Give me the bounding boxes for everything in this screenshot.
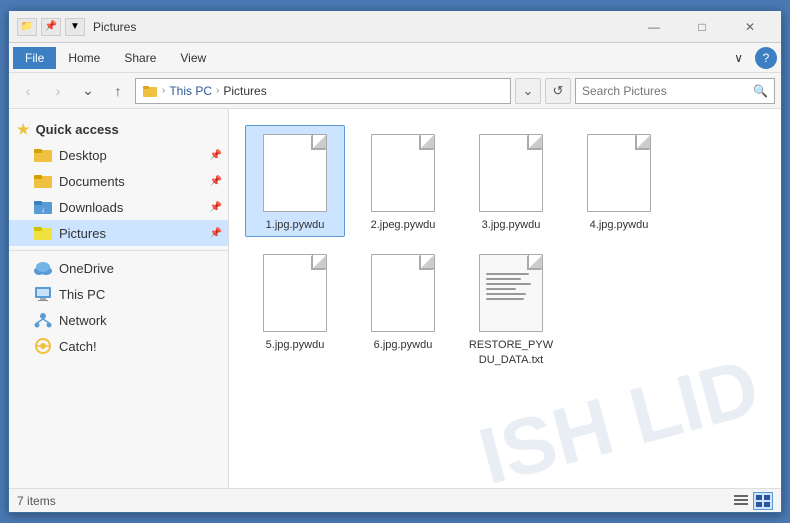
desktop-folder-icon <box>33 146 53 164</box>
sidebar-label-pictures: Pictures <box>59 226 106 241</box>
file-icon-4jpg <box>587 134 651 214</box>
pictures-folder-icon <box>33 224 53 242</box>
sidebar-label-documents: Documents <box>59 174 125 189</box>
list-view-button[interactable] <box>731 492 751 510</box>
sidebar-item-onedrive[interactable]: OneDrive <box>9 255 228 281</box>
file-item-restore-txt[interactable]: RESTORE_PYWDU_DATA.txt <box>461 245 561 372</box>
path-current: Pictures <box>223 84 266 98</box>
file-item-6jpg[interactable]: 6.jpg.pywdu <box>353 245 453 372</box>
menu-bar: File Home Share View ∨ ? <box>9 43 781 73</box>
title-bar: 📁 📌 ▼ Pictures — □ ✕ <box>9 11 781 43</box>
pin-icon-pictures: 📌 <box>210 228 222 239</box>
title-pin[interactable]: 📌 <box>41 18 61 36</box>
star-icon: ★ <box>17 121 30 138</box>
sidebar: ★ Quick access Desktop 📌 Documents 📌 <box>9 109 229 488</box>
address-bar: ‹ › ⌄ ↑ › This PC › Pictures ⌄ ↺ 🔍 <box>9 73 781 109</box>
file-name-6jpg: 6.jpg.pywdu <box>374 338 433 352</box>
menu-view[interactable]: View <box>168 47 218 69</box>
quick-access-header[interactable]: ★ Quick access <box>9 117 228 142</box>
status-bar: 7 items <box>9 488 781 512</box>
file-icon-restore-txt <box>479 254 543 334</box>
menu-chevron[interactable]: ∨ <box>722 47 755 69</box>
file-name-1jpg: 1.jpg.pywdu <box>266 218 325 232</box>
title-dropdown[interactable]: ▼ <box>65 18 85 36</box>
thispc-icon <box>33 285 53 303</box>
file-item-3jpg[interactable]: 3.jpg.pywdu <box>461 125 561 237</box>
up-button[interactable]: ↑ <box>105 78 131 104</box>
pin-icon-downloads: 📌 <box>210 202 222 213</box>
status-text: 7 items <box>17 494 731 508</box>
sidebar-item-network[interactable]: Network <box>9 307 228 333</box>
sidebar-label-catch: Catch! <box>59 339 97 354</box>
file-icon-1jpg <box>263 134 327 214</box>
title-bar-icons: 📁 📌 ▼ <box>17 18 85 36</box>
sidebar-label-onedrive: OneDrive <box>59 261 114 276</box>
reload-button[interactable]: ↺ <box>545 78 571 104</box>
file-name-5jpg: 5.jpg.pywdu <box>266 338 325 352</box>
file-icon-2jpeg <box>371 134 435 214</box>
file-name-4jpg: 4.jpg.pywdu <box>590 218 649 232</box>
quick-access-label: Quick access <box>36 122 119 137</box>
content-area: ★ Quick access Desktop 📌 Documents 📌 <box>9 109 781 488</box>
file-name-2jpeg: 2.jpeg.pywdu <box>371 218 436 232</box>
sidebar-item-documents[interactable]: Documents 📌 <box>9 168 228 194</box>
recent-button[interactable]: ⌄ <box>75 78 101 104</box>
sidebar-divider-1 <box>9 250 228 251</box>
file-name-restore-txt: RESTORE_PYWDU_DATA.txt <box>466 338 556 367</box>
network-icon <box>33 311 53 329</box>
search-input[interactable] <box>582 84 749 98</box>
file-icon-6jpg <box>371 254 435 334</box>
view-buttons <box>731 492 773 510</box>
item-count: 7 <box>17 494 24 508</box>
sidebar-item-downloads[interactable]: ↓ Downloads 📌 <box>9 194 228 220</box>
pin-icon-desktop: 📌 <box>210 150 222 161</box>
documents-folder-icon <box>33 172 53 190</box>
back-button[interactable]: ‹ <box>15 78 41 104</box>
files-area: ISH LID 1.jpg.pywdu <box>229 109 781 488</box>
sidebar-item-desktop[interactable]: Desktop 📌 <box>9 142 228 168</box>
file-icon-5jpg <box>263 254 327 334</box>
search-icon: 🔍 <box>753 84 768 98</box>
explorer-window: 📁 📌 ▼ Pictures — □ ✕ File Home Share Vie… <box>8 10 782 513</box>
address-path[interactable]: › This PC › Pictures <box>135 78 511 104</box>
svg-text:↓: ↓ <box>41 205 45 214</box>
forward-button[interactable]: › <box>45 78 71 104</box>
title-quick-access[interactable]: 📁 <box>17 18 37 36</box>
menu-file[interactable]: File <box>13 47 56 69</box>
title-bar-controls: — □ ✕ <box>631 11 773 43</box>
sidebar-label-desktop: Desktop <box>59 148 107 163</box>
pin-icon-documents: 📌 <box>210 176 222 187</box>
sidebar-label-thispc: This PC <box>59 287 105 302</box>
window-title: Pictures <box>93 20 631 34</box>
minimize-button[interactable]: — <box>631 11 677 43</box>
sidebar-label-network: Network <box>59 313 107 328</box>
file-item-5jpg[interactable]: 5.jpg.pywdu <box>245 245 345 372</box>
search-box: 🔍 <box>575 78 775 104</box>
close-button[interactable]: ✕ <box>727 11 773 43</box>
sidebar-label-downloads: Downloads <box>59 200 123 215</box>
file-item-4jpg[interactable]: 4.jpg.pywdu <box>569 125 669 237</box>
menu-home[interactable]: Home <box>56 47 112 69</box>
file-item-1jpg[interactable]: 1.jpg.pywdu <box>245 125 345 237</box>
sidebar-item-catch[interactable]: Catch! <box>9 333 228 359</box>
refresh-button[interactable]: ⌄ <box>515 78 541 104</box>
menu-share[interactable]: Share <box>112 47 168 69</box>
catch-icon <box>33 337 53 355</box>
file-name-3jpg: 3.jpg.pywdu <box>482 218 541 232</box>
maximize-button[interactable]: □ <box>679 11 725 43</box>
onedrive-icon <box>33 259 53 277</box>
file-item-2jpeg[interactable]: 2.jpeg.pywdu <box>353 125 453 237</box>
large-icon-view-button[interactable] <box>753 492 773 510</box>
path-thispc[interactable]: This PC <box>169 84 212 98</box>
item-label: items <box>27 494 56 508</box>
menu-help[interactable]: ? <box>755 47 777 69</box>
sidebar-item-thispc[interactable]: This PC <box>9 281 228 307</box>
downloads-folder-icon: ↓ <box>33 198 53 216</box>
sidebar-item-pictures[interactable]: Pictures 📌 <box>9 220 228 246</box>
files-grid: 1.jpg.pywdu 2.jpeg.pywdu <box>237 117 773 480</box>
folder-icon <box>142 83 158 99</box>
file-icon-3jpg <box>479 134 543 214</box>
